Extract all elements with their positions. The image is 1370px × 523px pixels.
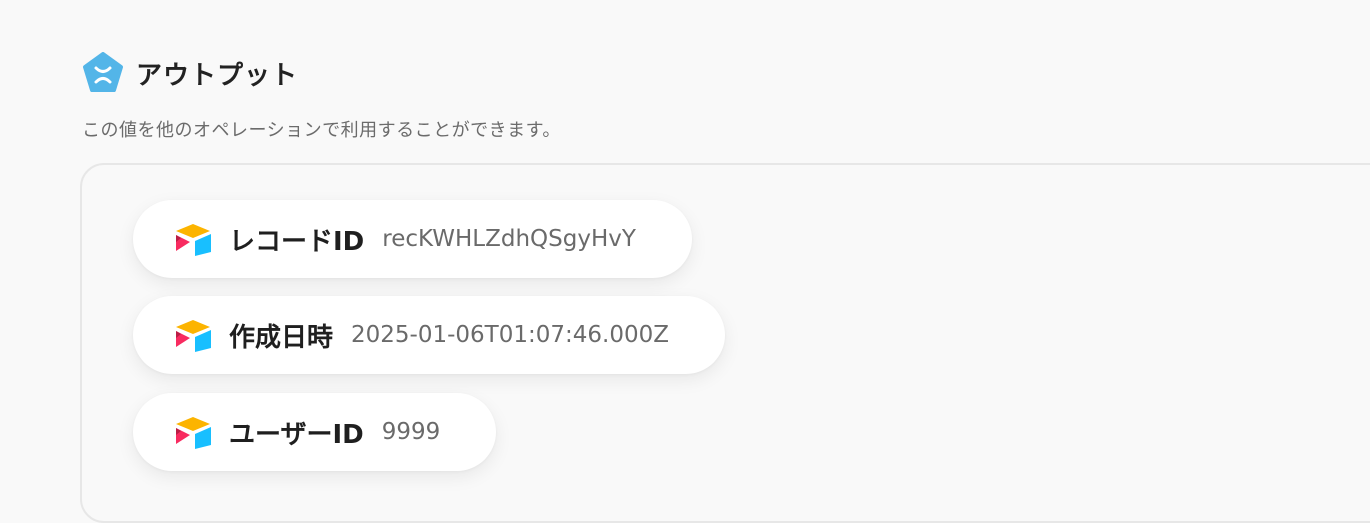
output-value: recKWHLZdhQSgyHvY [382,226,636,252]
airtable-icon [176,320,211,352]
output-chip-record-id[interactable]: レコードID recKWHLZdhQSgyHvY [133,200,692,278]
variable-x-pentagon-icon [83,52,123,92]
output-value: 2025-01-06T01:07:46.000Z [351,322,669,348]
output-chip-user-id[interactable]: ユーザーID 9999 [133,393,497,471]
output-section-header: アウトプット [82,52,298,94]
output-label: 作成日時 [229,322,334,353]
output-value: 9999 [381,419,441,445]
output-label: レコードID [229,226,365,257]
section-description: この値を他のオペレーションで利用することができます。 [82,120,561,141]
output-chip-created-time[interactable]: 作成日時 2025-01-06T01:07:46.000Z [133,296,725,374]
airtable-icon [176,224,211,256]
page-title: アウトプット [136,60,299,91]
airtable-icon [176,417,211,449]
output-list-panel: レコードID recKWHLZdhQSgyHvY 作成日時 2025-01-06… [80,163,1370,523]
output-label: ユーザーID [229,419,364,450]
